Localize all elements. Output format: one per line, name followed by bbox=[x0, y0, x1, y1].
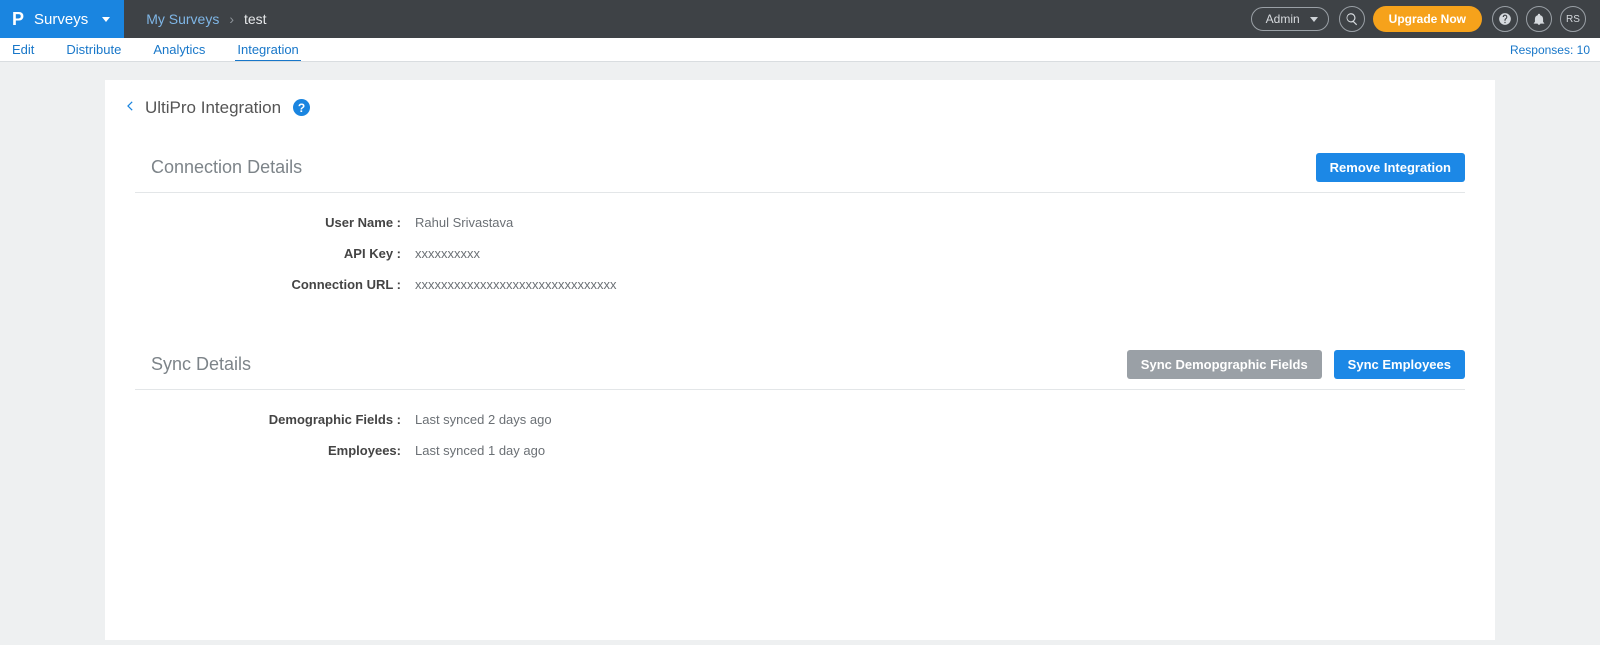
section-connection: Connection Details Remove Integration Us… bbox=[135, 153, 1465, 300]
help-button[interactable] bbox=[1492, 6, 1518, 32]
upgrade-button[interactable]: Upgrade Now bbox=[1373, 6, 1482, 32]
label-apikey: API Key : bbox=[135, 246, 415, 261]
brand-logo-icon: P bbox=[12, 10, 24, 28]
value-apikey: xxxxxxxxxx bbox=[415, 246, 480, 261]
admin-menu[interactable]: Admin bbox=[1251, 7, 1329, 31]
remove-integration-button[interactable]: Remove Integration bbox=[1316, 153, 1465, 182]
breadcrumb-separator-icon: › bbox=[229, 11, 234, 27]
admin-label: Admin bbox=[1266, 12, 1300, 26]
label-emp: Employees: bbox=[135, 443, 415, 458]
search-button[interactable] bbox=[1339, 6, 1365, 32]
notifications-button[interactable] bbox=[1526, 6, 1552, 32]
caret-down-icon bbox=[1310, 17, 1318, 22]
help-icon bbox=[1498, 12, 1512, 26]
section-head-connection: Connection Details Remove Integration bbox=[135, 153, 1465, 193]
page-title-row: UltiPro Integration ? bbox=[123, 96, 1465, 119]
back-button[interactable] bbox=[123, 96, 137, 119]
page-title: UltiPro Integration bbox=[145, 98, 281, 118]
label-demo: Demographic Fields : bbox=[135, 412, 415, 427]
top-bar: P Surveys My Surveys › test Admin Upgrad… bbox=[0, 0, 1600, 38]
tab-edit[interactable]: Edit bbox=[10, 39, 36, 60]
row-username: User Name : Rahul Srivastava bbox=[135, 207, 1465, 238]
tab-distribute[interactable]: Distribute bbox=[64, 39, 123, 60]
breadcrumb: My Surveys › test bbox=[124, 11, 266, 27]
user-avatar[interactable]: RS bbox=[1560, 6, 1586, 32]
content-card: UltiPro Integration ? Connection Details… bbox=[105, 80, 1495, 640]
section-sync: Sync Details Sync Demopgraphic Fields Sy… bbox=[135, 350, 1465, 466]
brand-menu[interactable]: P Surveys bbox=[0, 0, 124, 38]
row-apikey: API Key : xxxxxxxxxx bbox=[135, 238, 1465, 269]
section-title-sync: Sync Details bbox=[151, 354, 251, 375]
chevron-left-icon bbox=[123, 99, 137, 113]
row-demo: Demographic Fields : Last synced 2 days … bbox=[135, 404, 1465, 435]
responses-count[interactable]: Responses: 10 bbox=[1510, 43, 1590, 57]
row-emp: Employees: Last synced 1 day ago bbox=[135, 435, 1465, 466]
sub-nav: Edit Distribute Analytics Integration Re… bbox=[0, 38, 1600, 62]
row-url: Connection URL : xxxxxxxxxxxxxxxxxxxxxxx… bbox=[135, 269, 1465, 300]
breadcrumb-current: test bbox=[244, 11, 267, 27]
page-body: UltiPro Integration ? Connection Details… bbox=[0, 62, 1600, 640]
section-head-sync: Sync Details Sync Demopgraphic Fields Sy… bbox=[135, 350, 1465, 390]
question-icon: ? bbox=[298, 101, 305, 115]
tab-integration[interactable]: Integration bbox=[235, 39, 300, 61]
section-title-connection: Connection Details bbox=[151, 157, 302, 178]
brand-label: Surveys bbox=[34, 11, 88, 28]
tab-analytics[interactable]: Analytics bbox=[151, 39, 207, 60]
sync-employees-button[interactable]: Sync Employees bbox=[1334, 350, 1465, 379]
value-url: xxxxxxxxxxxxxxxxxxxxxxxxxxxxxxx bbox=[415, 277, 617, 292]
upgrade-label: Upgrade Now bbox=[1389, 12, 1466, 26]
search-icon bbox=[1345, 12, 1359, 26]
breadcrumb-root[interactable]: My Surveys bbox=[146, 11, 219, 27]
value-demo: Last synced 2 days ago bbox=[415, 412, 552, 427]
bell-icon bbox=[1532, 12, 1546, 26]
avatar-initials: RS bbox=[1566, 14, 1580, 25]
page-help-button[interactable]: ? bbox=[293, 99, 310, 116]
label-username: User Name : bbox=[135, 215, 415, 230]
value-username: Rahul Srivastava bbox=[415, 215, 513, 230]
caret-down-icon bbox=[102, 17, 110, 22]
label-url: Connection URL : bbox=[135, 277, 415, 292]
value-emp: Last synced 1 day ago bbox=[415, 443, 545, 458]
sync-demographic-button[interactable]: Sync Demopgraphic Fields bbox=[1127, 350, 1322, 379]
